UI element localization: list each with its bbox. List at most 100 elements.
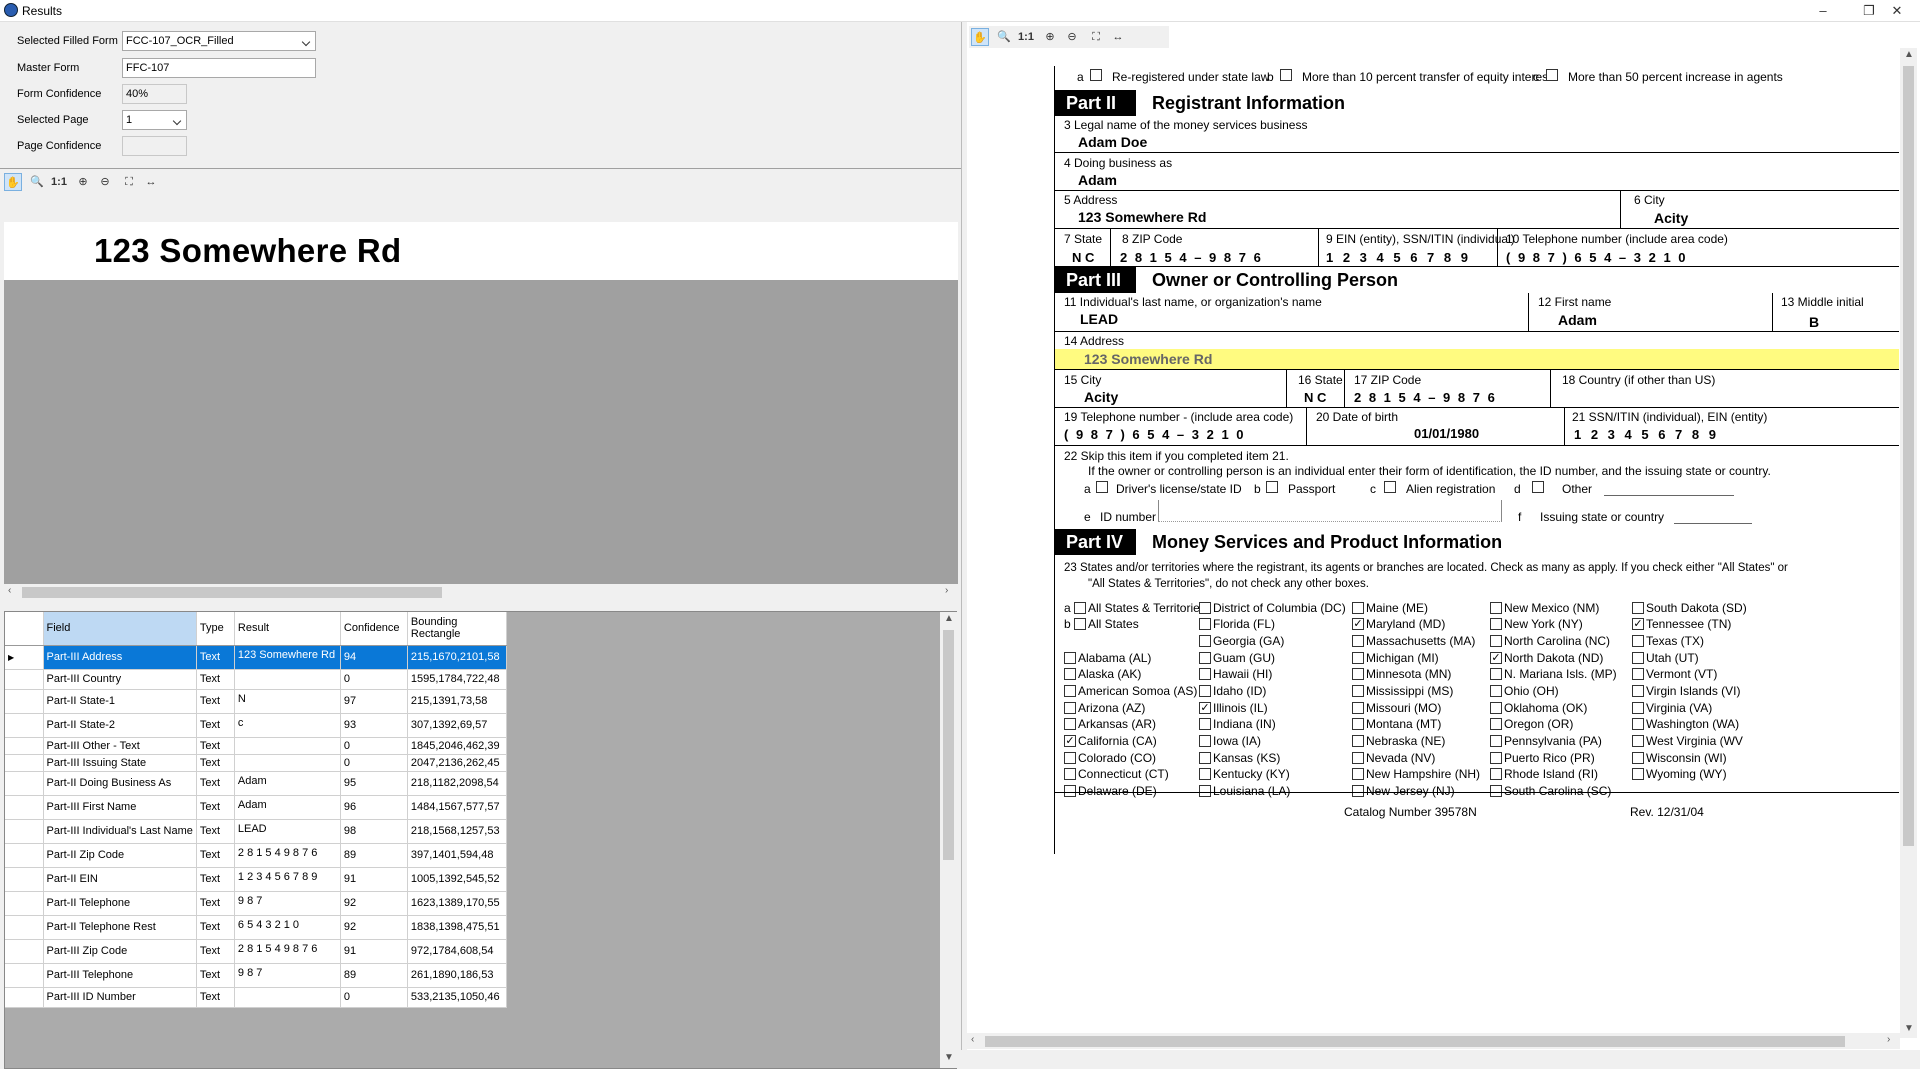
state-checkbox[interactable] [1352, 602, 1364, 614]
fit-icon[interactable]: ⛶ [1087, 28, 1105, 46]
state-checkbox[interactable] [1352, 752, 1364, 764]
cell-result[interactable]: N [234, 689, 341, 714]
cell-result[interactable]: 123 Somewhere Rd [234, 645, 341, 670]
row-header[interactable] [5, 987, 44, 1008]
cell-result[interactable]: Adam [234, 795, 341, 820]
cell-confidence[interactable]: 91 [340, 867, 408, 892]
row-header[interactable] [5, 754, 44, 772]
scroll-right-icon[interactable]: › [945, 585, 948, 596]
alien-registration-checkbox[interactable] [1384, 481, 1396, 493]
table-row[interactable]: Part-III Other - Text Text 0 1845,2046,462,… [5, 737, 507, 755]
state-checkbox[interactable] [1490, 635, 1502, 647]
fit-icon[interactable]: ⛶ [120, 173, 138, 191]
cell-field[interactable]: Part-III Zip Code [43, 939, 197, 964]
table-row[interactable]: Part-III Individual's Last Name Text LEAD 9… [5, 819, 507, 844]
cell-confidence[interactable]: 0 [340, 987, 408, 1008]
state-checkbox[interactable] [1199, 735, 1211, 747]
drivers-license-checkbox[interactable] [1096, 481, 1108, 493]
state-checkbox[interactable] [1632, 635, 1644, 647]
state-checkbox[interactable] [1199, 785, 1211, 797]
cell-type[interactable]: Text [196, 891, 235, 916]
cell-bounding-rectangle[interactable]: 218,1182,2098,54 [407, 771, 507, 796]
other-id-checkbox[interactable] [1532, 481, 1544, 493]
state-checkbox[interactable] [1199, 635, 1211, 647]
cell-result[interactable]: c [234, 713, 341, 738]
row-header[interactable] [5, 713, 44, 738]
cell-bounding-rectangle[interactable]: 972,1784,608,54 [407, 939, 507, 964]
re-registered-checkbox[interactable] [1090, 69, 1102, 81]
cell-field[interactable]: Part-III Individual's Last Name [43, 819, 197, 844]
column-header-type[interactable]: Type [196, 612, 235, 646]
cell-result[interactable]: 6 5 4 3 2 1 0 [234, 915, 341, 940]
state-checkbox[interactable] [1632, 602, 1644, 614]
table-row[interactable]: ▶ Part-III Address Text 123 Somewhere Rd 94 2… [5, 645, 507, 670]
cell-result[interactable]: 1 2 3 4 5 6 7 8 9 [234, 867, 341, 892]
state-checkbox[interactable] [1632, 752, 1644, 764]
state-checkbox[interactable] [1199, 652, 1211, 664]
cell-type[interactable]: Text [196, 754, 235, 772]
cell-confidence[interactable]: 96 [340, 795, 408, 820]
form-hscroll-thumb[interactable] [985, 1036, 1845, 1047]
cell-field[interactable]: Part-III Address [43, 645, 197, 670]
cell-result[interactable] [234, 669, 341, 690]
state-checkbox[interactable] [1064, 668, 1076, 680]
cell-confidence[interactable]: 98 [340, 819, 408, 844]
state-checkbox[interactable] [1490, 618, 1502, 630]
master-form-field[interactable]: FFC-107 [122, 58, 316, 78]
cell-confidence[interactable]: 91 [340, 939, 408, 964]
state-checkbox[interactable] [1352, 718, 1364, 730]
page-confidence-field[interactable] [122, 136, 187, 156]
row-header[interactable] [5, 771, 44, 796]
state-checkbox[interactable] [1490, 685, 1502, 697]
zoom-icon[interactable]: 🔍 [28, 173, 46, 191]
scroll-down-icon[interactable]: ▼ [1904, 1023, 1914, 1034]
cell-result[interactable] [234, 754, 341, 772]
state-checkbox[interactable] [1199, 602, 1211, 614]
state-checkbox[interactable] [1064, 718, 1076, 730]
row-header[interactable]: ▶ [5, 645, 44, 670]
state-checkbox[interactable] [1490, 668, 1502, 680]
cell-bounding-rectangle[interactable]: 215,1670,2101,58 [407, 645, 507, 670]
cell-confidence[interactable]: 89 [340, 963, 408, 988]
cell-type[interactable]: Text [196, 771, 235, 796]
zoom-icon[interactable]: 🔍 [995, 28, 1013, 46]
state-checkbox[interactable] [1490, 718, 1502, 730]
cell-confidence[interactable]: 92 [340, 915, 408, 940]
cell-type[interactable]: Text [196, 987, 235, 1008]
cell-field[interactable]: Part-III Country [43, 669, 197, 690]
table-row[interactable]: Part-III First Name Text Adam 96 1484,1567,5… [5, 795, 507, 820]
scroll-left-icon[interactable]: ‹ [8, 585, 11, 596]
cell-type[interactable]: Text [196, 819, 235, 844]
state-checkbox[interactable] [1632, 702, 1644, 714]
cell-result[interactable]: Adam [234, 771, 341, 796]
state-checkbox[interactable] [1632, 735, 1644, 747]
cell-bounding-rectangle[interactable]: 218,1568,1257,53 [407, 819, 507, 844]
state-checkbox[interactable] [1352, 735, 1364, 747]
column-header-field[interactable]: Field [43, 612, 197, 646]
state-checkbox[interactable] [1074, 618, 1086, 630]
cell-field[interactable]: Part-II Doing Business As [43, 771, 197, 796]
cell-bounding-rectangle[interactable]: 1845,2046,462,39 [407, 737, 507, 755]
cell-confidence[interactable]: 97 [340, 689, 408, 714]
zoom-out-icon[interactable]: ⊖ [96, 173, 114, 191]
fit-width-icon[interactable]: ↔ [142, 173, 160, 191]
cell-field[interactable]: Part-II State-1 [43, 689, 197, 714]
cell-bounding-rectangle[interactable]: 1595,1784,722,48 [407, 669, 507, 690]
state-checkbox[interactable] [1490, 602, 1502, 614]
cell-confidence[interactable]: 0 [340, 737, 408, 755]
cell-type[interactable]: Text [196, 669, 235, 690]
scroll-up-icon[interactable]: ▲ [1904, 49, 1914, 60]
scroll-up-icon[interactable]: ▲ [944, 613, 954, 624]
row-header[interactable] [5, 737, 44, 755]
state-checkbox[interactable] [1352, 652, 1364, 664]
state-checkbox[interactable]: ✓ [1490, 652, 1502, 664]
table-row[interactable]: Part-II Telephone Text 9 8 7 92 1623,1389,17… [5, 891, 507, 916]
form-confidence-field[interactable]: 40% [122, 84, 187, 104]
cell-confidence[interactable]: 92 [340, 891, 408, 916]
zoom-out-icon[interactable]: ⊖ [1063, 28, 1081, 46]
state-checkbox[interactable] [1352, 702, 1364, 714]
selected-page-combo[interactable]: 1 [122, 110, 187, 130]
grid-vscrollbar[interactable]: ▲ ▼ [940, 612, 957, 1068]
cell-field[interactable]: Part-III Other - Text [43, 737, 197, 755]
cell-field[interactable]: Part-III Telephone [43, 963, 197, 988]
